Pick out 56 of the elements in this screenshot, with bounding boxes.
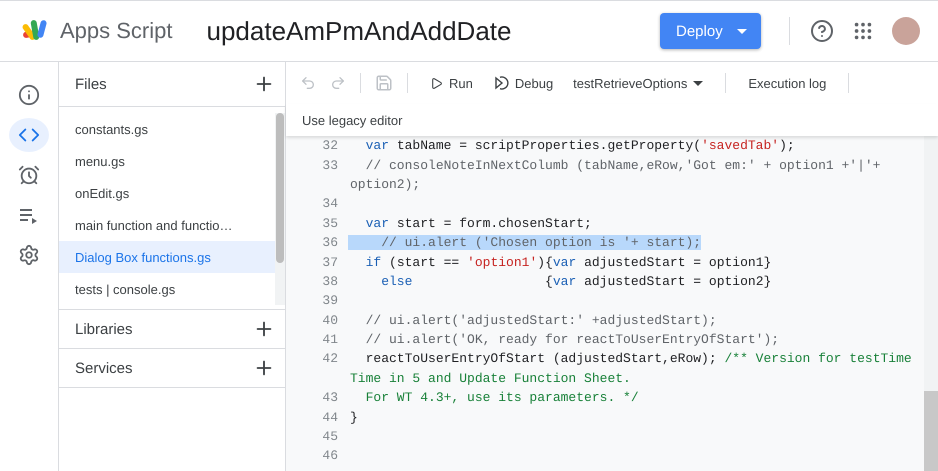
settings-icon xyxy=(18,244,40,266)
apps-grid-button[interactable] xyxy=(852,20,874,42)
legacy-editor-link[interactable]: Use legacy editor xyxy=(302,112,402,128)
line-number: 33 xyxy=(321,158,339,173)
debug-button[interactable]: Debug xyxy=(484,71,562,95)
line-number: 32 xyxy=(321,138,339,154)
code-line: if (start == 'option1'){var adjustedStart = option1} xyxy=(364,254,772,270)
code-line: // ui.alert('OK, ready for reactToUserEntryOfStart'); xyxy=(364,332,780,348)
line-number: 42 xyxy=(321,351,339,366)
line-number: 45 xyxy=(321,429,339,444)
line-number: 46 xyxy=(321,448,339,464)
rail-button[interactable] xyxy=(9,118,49,152)
list-play-icon xyxy=(19,206,39,224)
code-line: For WT 4.3+, use its parameters. */ xyxy=(364,390,639,406)
alarm-clock-icon xyxy=(18,164,40,186)
code-line: // ui.alert('adjustedStart:' +adjustedStart); xyxy=(364,312,717,328)
play-icon xyxy=(430,76,443,90)
file-item[interactable]: tests | console.gs xyxy=(59,273,275,305)
line-number: 38 xyxy=(321,274,339,289)
function-select[interactable]: testRetrieveOptions xyxy=(565,72,712,94)
execution-log-button[interactable]: Execution log xyxy=(740,72,834,94)
help-button[interactable] xyxy=(810,19,834,43)
section-heading[interactable]: Services xyxy=(75,360,133,376)
file-item[interactable]: main function and functio… xyxy=(59,209,275,241)
file-item[interactable]: Dialog Box functions.gs xyxy=(59,241,275,273)
run-button[interactable]: Run xyxy=(422,72,481,94)
info-icon xyxy=(18,84,40,106)
line-number: 35 xyxy=(321,216,339,231)
section-heading[interactable]: Libraries xyxy=(75,320,133,338)
files-heading: Files xyxy=(75,76,107,92)
code-line: reactToUserEntryOfStart (adjustedStart,eRow); /** Version for testTime xyxy=(364,351,912,366)
caret-icon xyxy=(737,28,747,34)
deploy-button[interactable]: Deploy xyxy=(660,13,761,49)
line-number: 41 xyxy=(321,332,339,348)
code-line: else {var adjustedStart = option2} xyxy=(380,274,772,289)
code-line: var tabName = scriptProperties.getProperty('savedTab'); xyxy=(364,138,795,154)
project-title[interactable]: updateAmPmAndAddDate xyxy=(206,16,660,46)
code-line: option2); xyxy=(349,176,420,192)
code-line: Time in 5 and Update Function Sheet. xyxy=(349,370,631,386)
line-number: 36 xyxy=(321,235,339,250)
product-name: Apps Script xyxy=(60,18,172,44)
file-item[interactable]: constants.gs xyxy=(59,113,275,145)
file-item[interactable]: menu.gs xyxy=(59,145,275,177)
line-number: 43 xyxy=(321,390,339,406)
code-line: // consoleNoteInNextColumb (tabName,eRow,'Got em:' + option1 +'|'+ xyxy=(364,158,880,173)
line-number: 39 xyxy=(321,293,339,308)
scrollbar[interactable] xyxy=(924,136,938,471)
line-number: 44 xyxy=(321,410,339,425)
line-number: 40 xyxy=(321,312,339,328)
code-line: var start = form.chosenStart; xyxy=(364,216,592,231)
file-item[interactable]: onEdit.gs xyxy=(59,177,275,209)
line-number: 37 xyxy=(321,254,339,270)
code-line: } xyxy=(349,410,358,425)
scrollbar[interactable] xyxy=(275,113,285,305)
debug-icon xyxy=(492,75,509,91)
line-number: 34 xyxy=(321,196,339,212)
